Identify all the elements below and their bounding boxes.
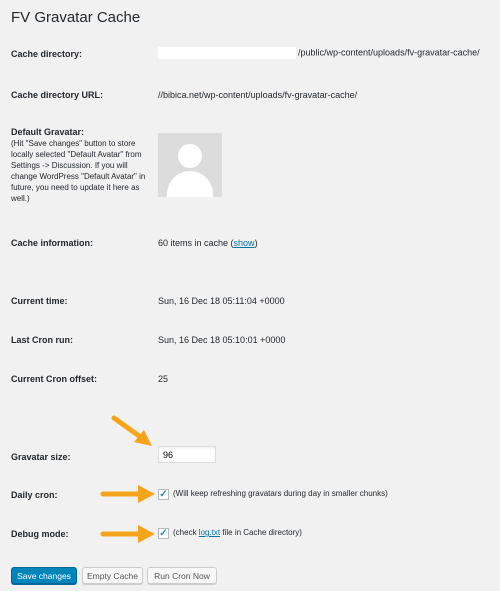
current-cron-offset-value: 25 [158, 374, 169, 384]
log-file-link[interactable]: log.txt [199, 528, 220, 537]
cache-count-suffix: ) [254, 238, 258, 248]
current-time-label: Current time: [11, 296, 68, 306]
cache-directory-path: /public/wp-content/uploads/fv-gravatar-c… [298, 47, 480, 58]
arrow-icon [100, 485, 155, 503]
cache-information-value: 60 items in cache (show) [158, 238, 258, 248]
save-changes-button[interactable]: Save changes [11, 567, 77, 584]
redacted-path [158, 47, 296, 59]
cache-information-label: Cache information: [11, 238, 94, 248]
daily-cron-checkbox[interactable]: ✓ [158, 489, 169, 500]
debug-mode-description: (check log.txt file in Cache directory) [173, 528, 302, 537]
debug-mode-suffix: file in Cache directory) [220, 528, 302, 537]
arrow-icon [100, 525, 155, 543]
debug-mode-label: Debug mode: [11, 529, 69, 539]
cache-directory-url-label: Cache directory URL: [11, 90, 104, 100]
arrow-icon [111, 415, 152, 446]
default-gravatar-label: Default Gravatar: [11, 127, 85, 137]
cache-directory-url-value: //bibica.net/wp-content/uploads/fv-grava… [158, 90, 358, 100]
last-cron-run-label: Last Cron run: [11, 335, 73, 345]
daily-cron-description: (Will keep refreshing gravatars during d… [173, 489, 388, 498]
checkmark-icon: ✓ [159, 527, 168, 539]
gravatar-size-input[interactable] [158, 446, 216, 463]
current-time-value: Sun, 16 Dec 18 05:11:04 +0000 [158, 296, 285, 306]
cache-count-text: 60 items in cache ( [158, 238, 234, 248]
empty-cache-button[interactable]: Empty Cache [82, 567, 143, 584]
default-avatar-icon [158, 133, 222, 197]
run-cron-now-button[interactable]: Run Cron Now [147, 567, 217, 584]
page-title: FV Gravatar Cache [11, 9, 141, 26]
debug-mode-checkbox[interactable]: ✓ [158, 528, 169, 539]
cache-directory-value: /public/wp-content/uploads/fv-gravatar-c… [158, 47, 480, 59]
daily-cron-label: Daily cron: [11, 490, 58, 500]
cache-directory-label: Cache directory: [11, 49, 83, 59]
last-cron-run-value: Sun, 16 Dec 18 05:10:01 +0000 [158, 335, 286, 345]
default-gravatar-help: (Hit "Save changes" button to store loca… [11, 139, 146, 203]
debug-mode-prefix: (check [173, 528, 199, 537]
gravatar-size-label: Gravatar size: [11, 452, 71, 462]
checkmark-icon: ✓ [159, 488, 168, 500]
show-cache-link[interactable]: show [234, 238, 255, 248]
current-cron-offset-label: Current Cron offset: [11, 374, 97, 384]
